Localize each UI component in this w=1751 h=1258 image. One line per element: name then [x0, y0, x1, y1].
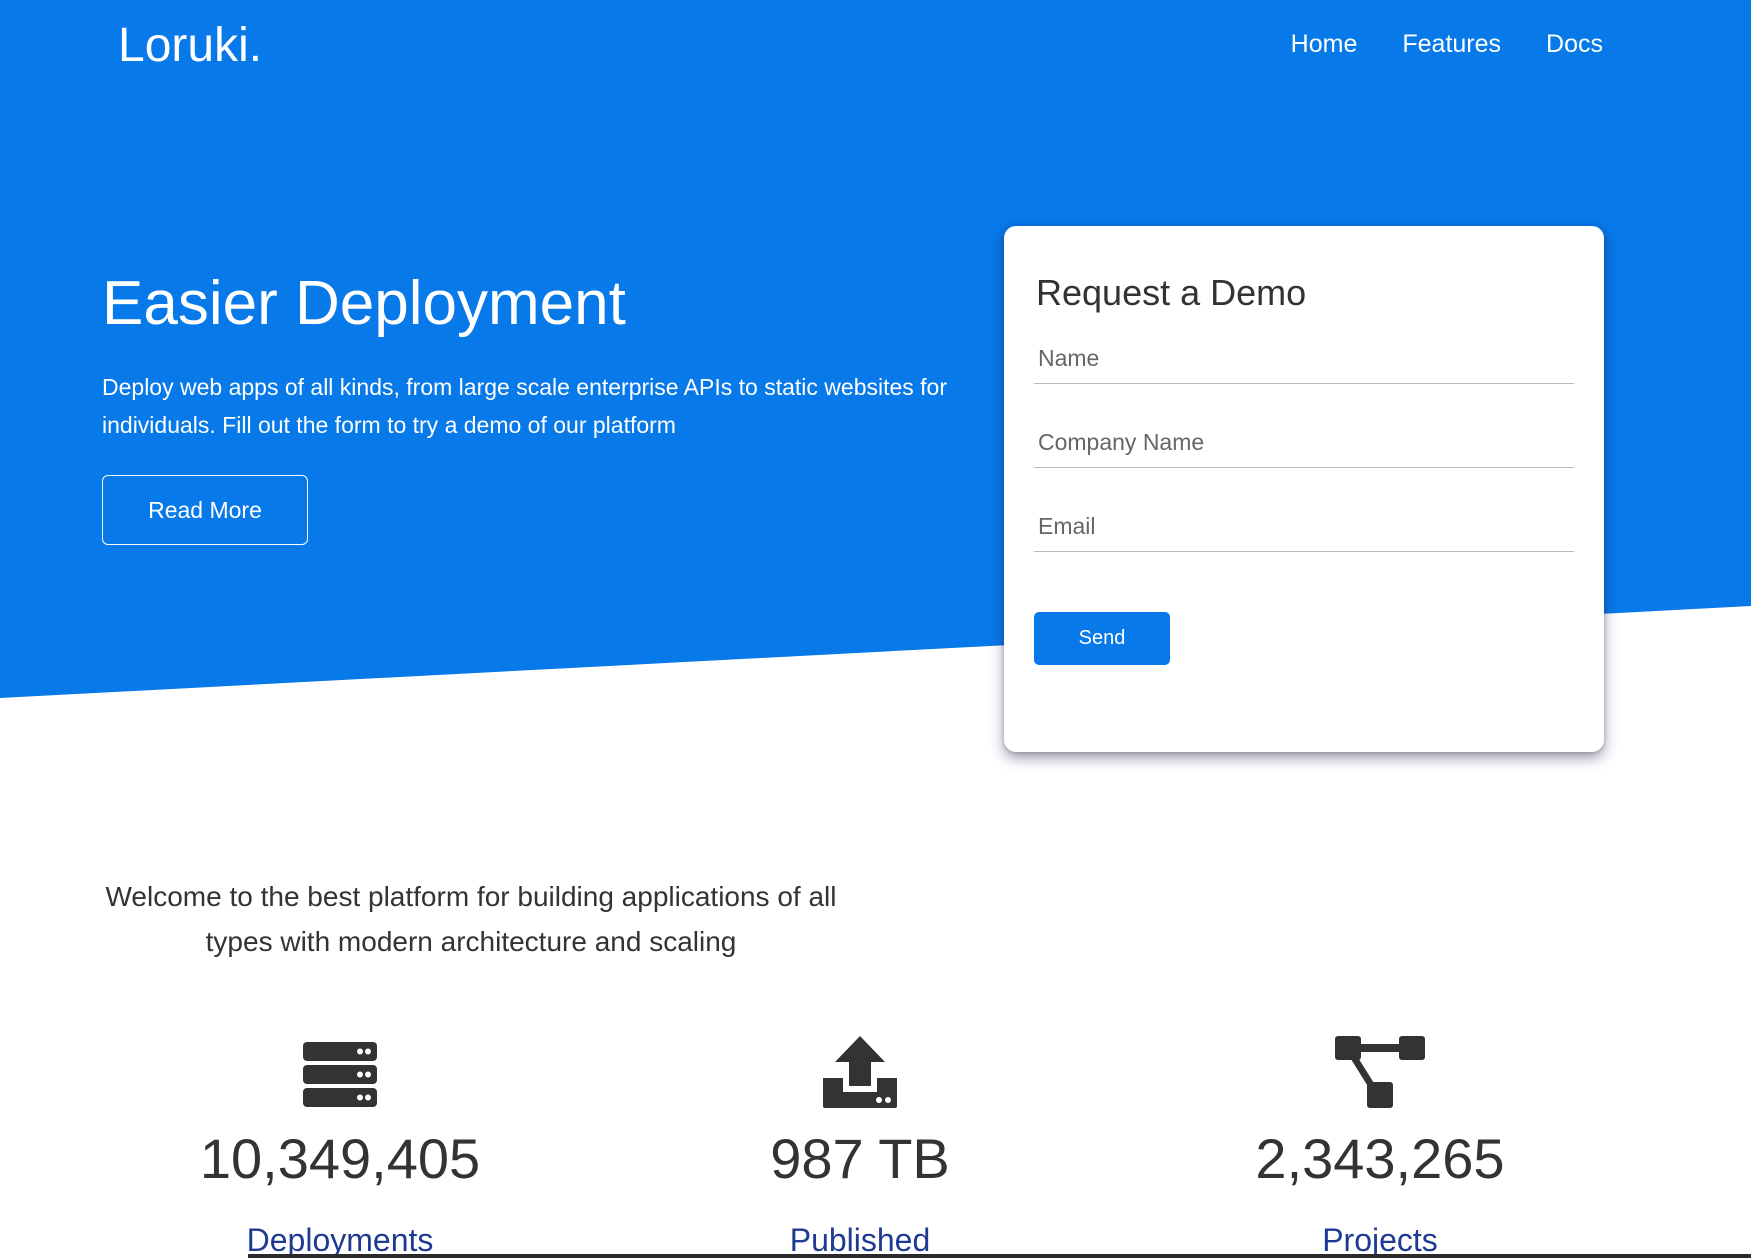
stat-label: Published — [789, 1222, 931, 1258]
stat-published: 987 TB Published — [660, 1030, 1060, 1258]
stat-label: Deployments — [246, 1222, 434, 1258]
project-diagram-icon — [1180, 1030, 1580, 1108]
stat-value: 2,343,265 — [1255, 1127, 1505, 1190]
stat-projects: 2,343,265 Projects — [1180, 1030, 1580, 1258]
nav-features[interactable]: Features — [1402, 30, 1501, 59]
nav-docs[interactable]: Docs — [1546, 30, 1603, 59]
nav-home[interactable]: Home — [1291, 30, 1358, 59]
send-button[interactable]: Send — [1034, 612, 1170, 665]
read-more-button[interactable]: Read More — [102, 475, 308, 545]
stat-deployments: 10,349,405 Deployments — [140, 1030, 540, 1258]
hero-description: Deploy web apps of all kinds, from large… — [102, 374, 948, 438]
name-input[interactable] — [1034, 334, 1574, 384]
demo-form-card: Request a Demo Send — [1004, 226, 1604, 752]
company-name-input[interactable] — [1034, 418, 1574, 468]
window-bottom-edge — [248, 1254, 1751, 1258]
demo-form-title: Request a Demo — [1036, 272, 1307, 313]
upload-icon — [660, 1030, 1060, 1108]
welcome-text: Welcome to the best platform for buildin… — [105, 881, 837, 957]
server-icon — [140, 1030, 540, 1108]
stat-label: Projects — [1322, 1222, 1438, 1258]
email-input[interactable] — [1034, 502, 1574, 552]
stat-value: 987 TB — [770, 1127, 950, 1190]
logo[interactable]: Loruki. — [118, 18, 262, 73]
hero-title: Easier Deployment — [102, 269, 626, 338]
main-nav: Home Features Docs — [1291, 30, 1603, 59]
stat-value: 10,349,405 — [199, 1127, 481, 1190]
